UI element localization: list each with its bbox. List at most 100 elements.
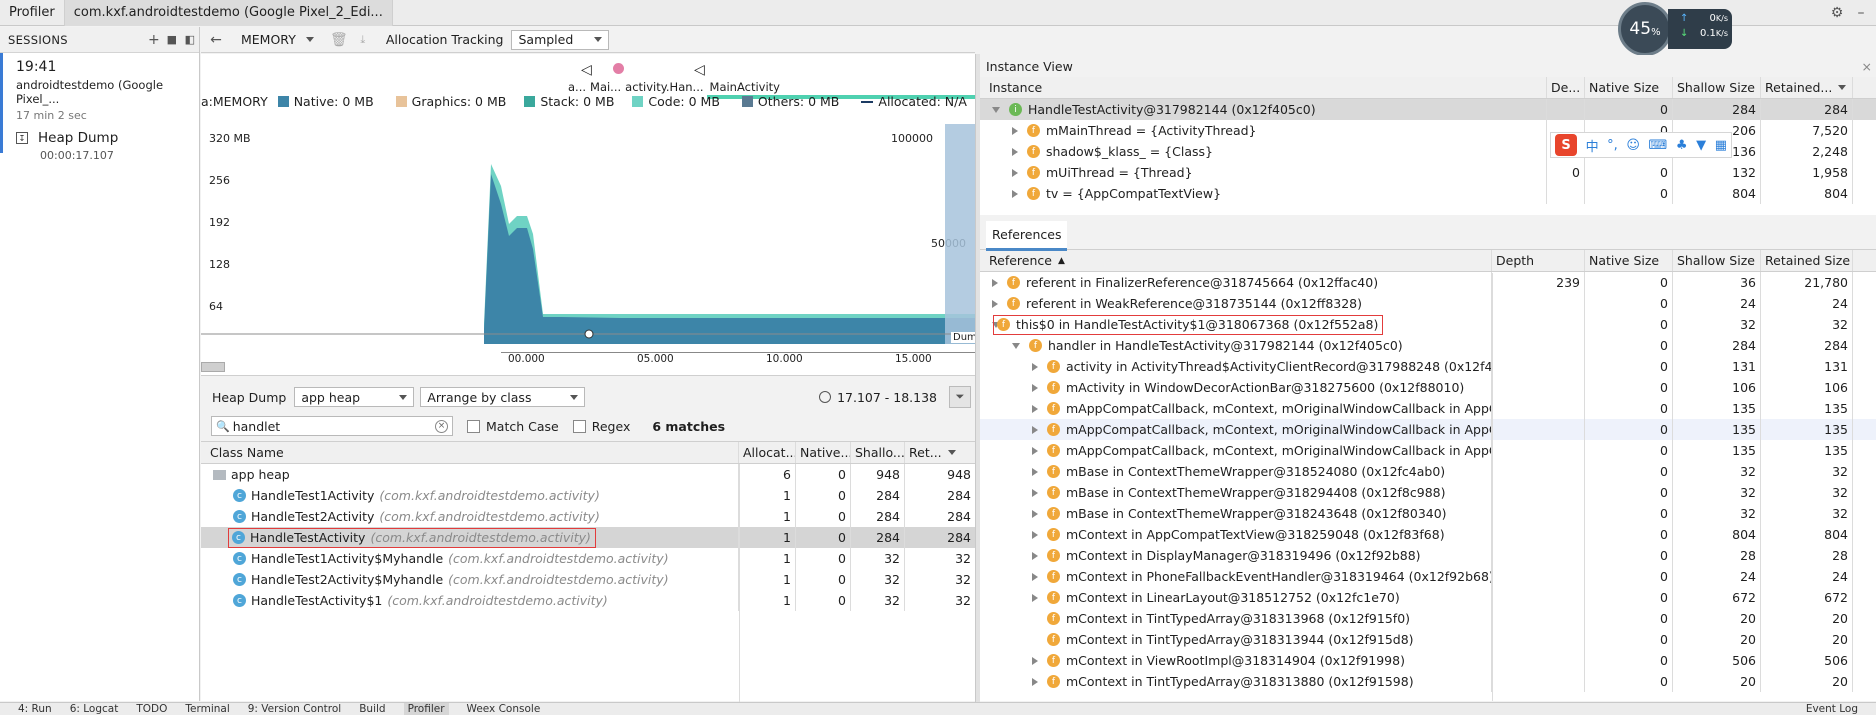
reference-row[interactable]: f mAppCompatCallback, mContext, mOriginal…: [980, 419, 1876, 440]
status-event-log[interactable]: Event Log: [1806, 703, 1858, 715]
instance-row[interactable]: f mUiThread = {Thread} 0 0 132 1,958: [980, 162, 1876, 183]
reference-row[interactable]: f activity in ActivityThread$ActivityClie…: [980, 356, 1876, 377]
reference-row[interactable]: f mBase in ContextThemeWrapper@318243648 …: [980, 503, 1876, 524]
status-todo[interactable]: TODO: [136, 703, 167, 715]
col-allocations[interactable]: Allocat...: [739, 442, 796, 463]
table-row-selected[interactable]: c HandleTestActivity (com.kxf.androidtestd…: [201, 527, 975, 548]
memory-timeline[interactable]: ◁ ◁ a... Mai... activity.Han... MainActi…: [201, 54, 986, 376]
expand-icon[interactable]: [1032, 593, 1038, 602]
back-arrow-icon[interactable]: ←: [207, 31, 225, 49]
ime-keyboard-icon[interactable]: ⌨: [1649, 138, 1668, 153]
table-row[interactable]: c HandleTest2Activity$Myhandle (com.kxf.an…: [201, 569, 975, 590]
col-native[interactable]: Native...: [796, 442, 851, 463]
expand-icon[interactable]: [1032, 467, 1038, 476]
col-shallow-size[interactable]: Shallow Size: [1673, 250, 1761, 271]
expand-icon[interactable]: [1032, 425, 1038, 434]
regex-checkbox[interactable]: [572, 419, 586, 433]
close-icon[interactable]: ×: [1862, 59, 1872, 74]
expand-icon[interactable]: [1032, 530, 1038, 539]
expand-icon[interactable]: [1032, 404, 1038, 413]
match-case-checkbox[interactable]: [467, 419, 480, 433]
expand-icon[interactable]: [1032, 362, 1038, 371]
reference-row[interactable]: f mContext in DisplayManager@318319496 (0…: [980, 545, 1876, 566]
expand-icon[interactable]: [1032, 488, 1038, 497]
heap-select[interactable]: app heap: [294, 387, 415, 407]
ime-emoji-icon[interactable]: ☺: [1626, 138, 1640, 153]
col-class-name[interactable]: Class Name: [201, 442, 739, 463]
expand-icon[interactable]: [1012, 126, 1018, 135]
search-field[interactable]: 🔍 handlet ×: [211, 416, 453, 436]
ime-punct-icon[interactable]: °,: [1607, 138, 1618, 153]
expand-icon[interactable]: [1012, 189, 1018, 198]
status-run[interactable]: 4: Run: [18, 703, 52, 715]
reference-row[interactable]: f mBase in ContextThemeWrapper@318524080 …: [980, 461, 1876, 482]
regex-label[interactable]: Regex: [592, 419, 631, 434]
expand-icon[interactable]: [1012, 168, 1018, 177]
status-weex-console[interactable]: Weex Console: [467, 703, 541, 715]
col-instance[interactable]: Instance: [980, 77, 1547, 98]
expand-icon[interactable]: [1032, 383, 1038, 392]
reference-row[interactable]: f referent in FinalizerReference@31874566…: [980, 272, 1876, 293]
expand-icon[interactable]: [1032, 656, 1038, 665]
status-build[interactable]: Build: [359, 703, 385, 715]
ime-chinese-icon[interactable]: 中: [1586, 136, 1599, 155]
reference-row[interactable]: f referent in WeakReference@318735144 (0x…: [980, 293, 1876, 314]
table-row[interactable]: c HandleTest2Activity (com.kxf.androidtest…: [201, 506, 975, 527]
heap-dump-item[interactable]: ↧ Heap Dump: [16, 130, 199, 146]
expand-icon[interactable]: [1032, 677, 1038, 686]
col-shallow[interactable]: Shallo...: [851, 442, 905, 463]
status-profiler[interactable]: Profiler: [403, 703, 449, 715]
expand-icon[interactable]: [1032, 446, 1038, 455]
session-item[interactable]: 19:41 androidtestdemo (Google Pixel_... …: [0, 53, 199, 162]
table-row[interactable]: c HandleTestActivity$1 (com.kxf.androidtes…: [201, 590, 975, 611]
expand-icon[interactable]: [1032, 509, 1038, 518]
instance-row[interactable]: f tv = {AppCompatTextView} 0 804 804: [980, 183, 1876, 204]
arrange-select[interactable]: Arrange by class: [420, 387, 586, 407]
status-version-control[interactable]: 9: Version Control: [248, 703, 341, 715]
reference-row[interactable]: f mContext in TintTypedArray@318313880 (0…: [980, 671, 1876, 692]
reference-row[interactable]: f this$0 in HandleTestActivity$1@31806736…: [980, 314, 1876, 335]
ime-toolbar[interactable]: S 中 °, ☺ ⌨ ♣ ▼ ▦: [1550, 132, 1732, 158]
timeline-scroll-thumb[interactable]: [201, 362, 225, 372]
col-retained[interactable]: Ret...: [905, 442, 975, 463]
trash-icon[interactable]: 🗑: [330, 31, 348, 49]
col-retained-size[interactable]: Retained Size: [1761, 250, 1853, 271]
reference-row[interactable]: f mContext in LinearLayout@318512752 (0x1…: [980, 587, 1876, 608]
allocation-tracking-select[interactable]: Sampled: [511, 29, 610, 50]
instance-row[interactable]: f mMainThread = {ActivityThread} 0 206 7,…: [980, 120, 1876, 141]
add-session-icon[interactable]: +: [145, 31, 163, 49]
reference-row[interactable]: f mContext in PhoneFallbackEventHandler@3…: [980, 566, 1876, 587]
col-depth[interactable]: De...: [1547, 77, 1585, 98]
filter-icon[interactable]: ⏷: [949, 386, 971, 408]
instance-row-selected[interactable]: i HandleTestActivity@317982144 (0x12f405c…: [980, 99, 1876, 120]
expand-icon[interactable]: [1032, 572, 1038, 581]
ime-user-icon[interactable]: ♣: [1676, 138, 1688, 153]
collapse-panel-icon[interactable]: ◧: [181, 31, 199, 49]
expand-icon[interactable]: [992, 106, 1000, 113]
reference-row[interactable]: f mAppCompatCallback, mContext, mOriginal…: [980, 440, 1876, 461]
reference-row[interactable]: f mContext in TintTypedArray@318313968 (0…: [980, 608, 1876, 629]
search-input[interactable]: handlet: [233, 419, 435, 434]
col-reference[interactable]: Reference ▲: [980, 250, 1492, 271]
instance-row[interactable]: fshadow$_klass_ = {Class} 0 136 2,248: [980, 141, 1876, 162]
table-row[interactable]: c HandleTest1Activity (com.kxf.androidtest…: [201, 485, 975, 506]
stop-session-icon[interactable]: ■: [163, 31, 181, 49]
expand-icon[interactable]: [992, 278, 998, 287]
tab-references[interactable]: References: [986, 220, 1068, 251]
col-depth[interactable]: Depth: [1492, 250, 1585, 271]
expand-icon[interactable]: [1032, 551, 1038, 560]
table-row-root[interactable]: app heap 6 0 948 948: [201, 464, 975, 485]
reference-row[interactable]: f mActivity in WindowDecorActionBar@31827…: [980, 377, 1876, 398]
reference-row[interactable]: f mContext in TintTypedArray@318313944 (0…: [980, 629, 1876, 650]
col-retained-size[interactable]: Retained...: [1761, 77, 1853, 98]
expand-icon[interactable]: [1012, 147, 1018, 156]
ime-grid-icon[interactable]: ▦: [1715, 138, 1727, 153]
col-native-size[interactable]: Native Size: [1585, 250, 1673, 271]
memory-dropdown[interactable]: MEMORY: [241, 32, 314, 47]
clear-search-icon[interactable]: ×: [435, 419, 448, 433]
tab-app-process[interactable]: com.kxf.androidtestdemo (Google Pixel_2_…: [64, 0, 393, 26]
reference-row[interactable]: f mAppCompatCallback, mContext, mOriginal…: [980, 398, 1876, 419]
gear-icon[interactable]: ⚙: [1828, 4, 1846, 22]
ime-skin-icon[interactable]: ▼: [1696, 138, 1706, 153]
col-shallow-size[interactable]: Shallow Size: [1673, 77, 1761, 98]
